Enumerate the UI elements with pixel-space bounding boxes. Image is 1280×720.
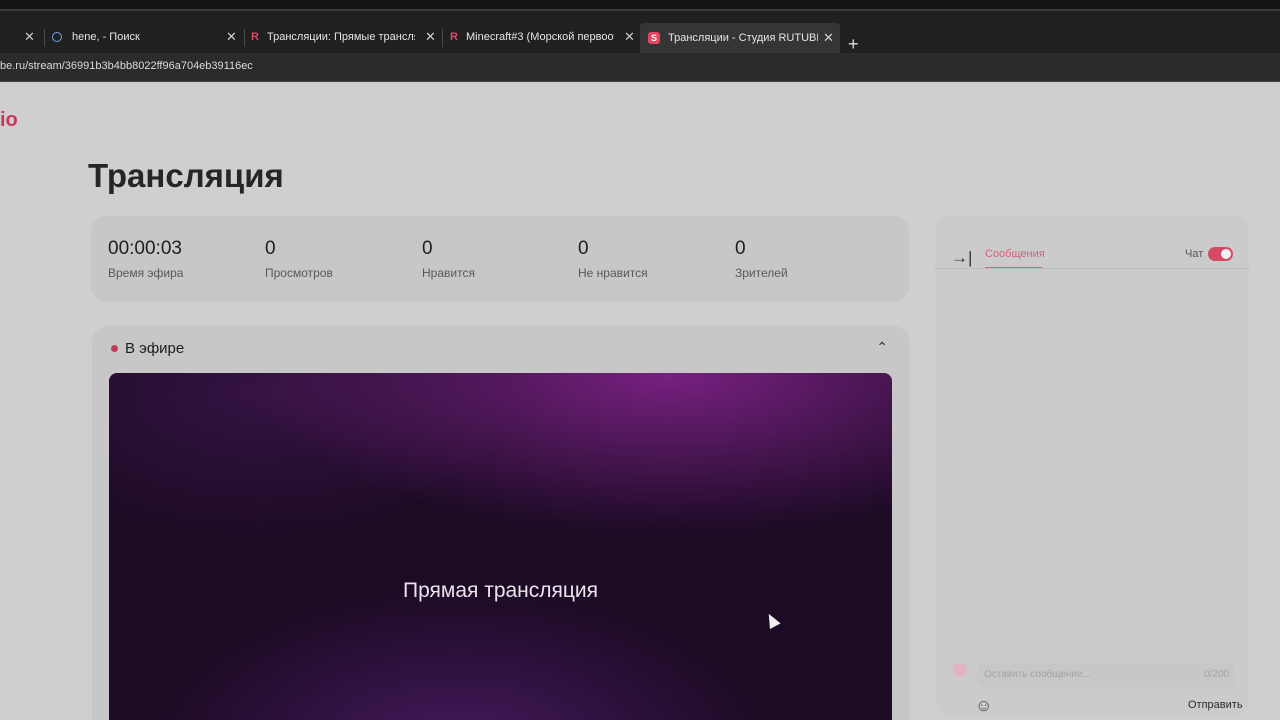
stat-air-time: 00:00:03 Время эфира — [108, 238, 183, 280]
tab-search[interactable]: hene, - Поиск ✕ — [52, 25, 242, 49]
stat-label: Не нравится — [578, 266, 648, 280]
collapse-panel-icon[interactable]: →| — [951, 248, 972, 268]
live-label: В эфире — [125, 340, 185, 357]
player-title: Прямая трансляция — [402, 579, 599, 602]
stream-stats-panel: 00:00:03 Время эфира 0 Просмотров 0 Нрав… — [91, 216, 909, 302]
live-indicator-icon — [111, 345, 118, 352]
stat-label: Просмотров — [265, 266, 333, 280]
search-icon — [52, 32, 62, 42]
tab-rutube-studio[interactable]: S Трансляции - Студия RUTUBE ✕ — [640, 23, 840, 53]
tab-label: hene, - Поиск — [72, 31, 140, 43]
tab-rutube-streams[interactable]: R Трансляции: Прямые трансляци ✕ — [251, 25, 441, 49]
stat-views: 0 Просмотров — [265, 238, 333, 280]
stat-value: 00:00:03 — [108, 238, 182, 259]
message-placeholder: Оставить сообщение... — [984, 669, 1091, 680]
emoji-icon[interactable]: ☺ — [975, 696, 992, 716]
tab-label: Трансляции: Прямые трансляци — [267, 31, 415, 43]
send-button[interactable]: Отправить — [1188, 699, 1243, 711]
divider — [935, 268, 1249, 269]
chat-toggle-label: Чат — [1185, 248, 1204, 260]
tab-separator — [244, 29, 245, 47]
url-text[interactable]: be.ru/stream/36991b3b4bb8022ff96a704eb39… — [0, 60, 253, 72]
browser-top-strip — [0, 0, 1280, 9]
chat-panel: →| Сообщения Чат Оставить сообщение... 0… — [935, 216, 1249, 716]
stat-label: Нравится — [422, 266, 475, 280]
chat-toggle[interactable] — [1208, 247, 1233, 261]
rutube-studio-icon: S — [648, 32, 660, 44]
chevron-up-icon[interactable]: ⌃ — [876, 339, 888, 356]
tab-label: Minecraft#3 (Морской первоотк — [466, 31, 614, 43]
new-tab-icon[interactable]: + — [848, 35, 859, 53]
rutube-icon: R — [450, 31, 458, 43]
tab-minecraft[interactable]: R Minecraft#3 (Морской первоотк ✕ — [450, 25, 640, 49]
studio-logo[interactable]: io — [0, 109, 18, 132]
stat-label: Время эфира — [108, 266, 184, 280]
avatar — [953, 663, 967, 677]
tab-separator — [442, 29, 443, 47]
stat-dislikes: 0 Не нравится — [578, 238, 648, 280]
message-input[interactable]: Оставить сообщение... 0/200 — [977, 663, 1235, 687]
stat-value: 0 — [265, 238, 276, 259]
live-panel: В эфире ⌃ Прямая трансляция — [92, 326, 910, 720]
stat-value: 0 — [735, 238, 746, 259]
browser-tab-bar: ✕ hene, - Поиск ✕ R Трансляции: Прямые т… — [0, 9, 1280, 53]
page-title: Трансляция — [88, 157, 284, 194]
rutube-icon: R — [251, 31, 259, 43]
stat-viewers: 0 Зрителей — [735, 238, 788, 280]
close-icon[interactable]: ✕ — [425, 29, 436, 45]
close-icon[interactable]: ✕ — [624, 29, 635, 45]
close-icon[interactable]: ✕ — [823, 30, 834, 46]
close-icon[interactable]: ✕ — [24, 29, 35, 45]
stat-likes: 0 Нравится — [422, 238, 475, 280]
stat-label: Зрителей — [735, 266, 788, 280]
tab-messages[interactable]: Сообщения — [985, 248, 1045, 260]
char-counter: 0/200 — [1203, 669, 1229, 680]
close-icon[interactable]: ✕ — [226, 29, 237, 45]
toggle-knob — [1221, 249, 1231, 259]
tab-separator — [44, 29, 45, 47]
tab-label: Трансляции - Студия RUTUBE — [668, 32, 818, 44]
stat-value: 0 — [422, 238, 433, 259]
stream-player[interactable]: Прямая трансляция — [109, 373, 892, 720]
studio-page: io Трансляция 00:00:03 Время эфира 0 Про… — [0, 83, 1280, 720]
address-bar[interactable]: be.ru/stream/36991b3b4bb8022ff96a704eb39… — [0, 53, 1280, 82]
stat-value: 0 — [578, 238, 589, 259]
